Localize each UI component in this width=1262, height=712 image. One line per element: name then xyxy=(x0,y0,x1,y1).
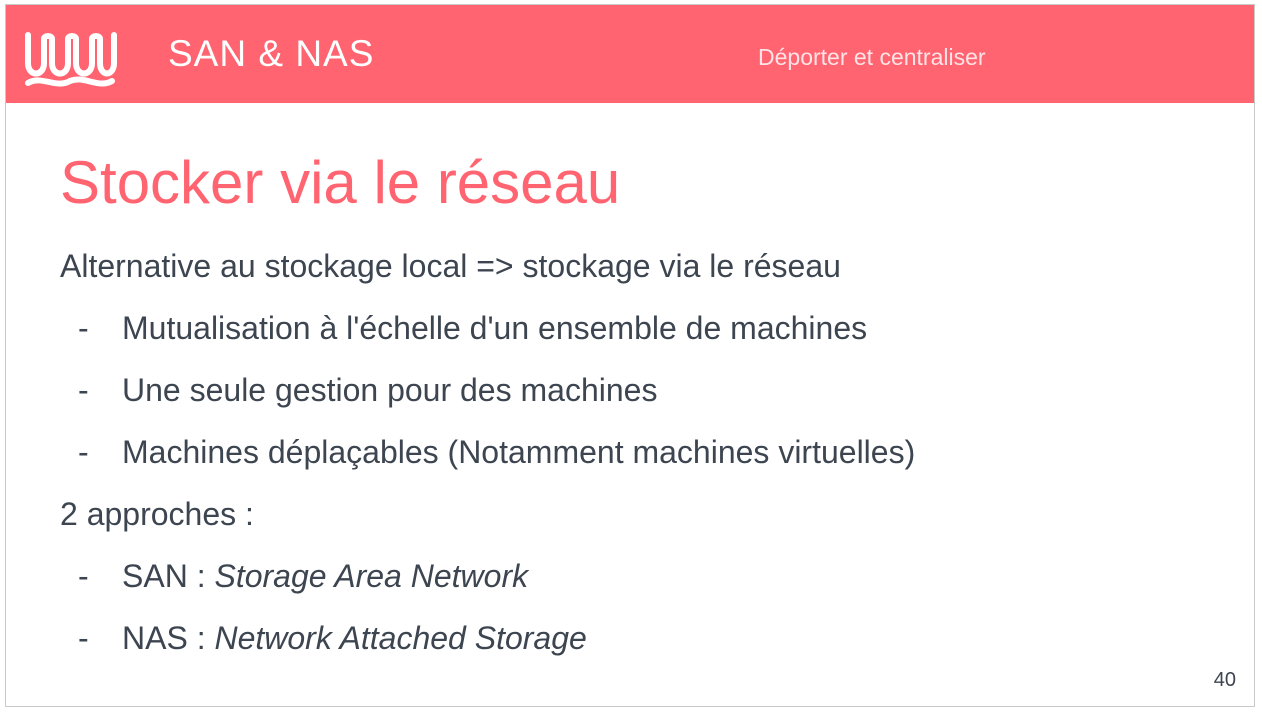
term-label: SAN : xyxy=(122,558,215,594)
bullet-dash: - xyxy=(78,372,89,408)
intro-text: Alternative au stockage local => stockag… xyxy=(60,248,841,284)
term-label: NAS : xyxy=(122,620,215,656)
term-definition: Network Attached Storage xyxy=(214,620,587,656)
bullet-dash: - xyxy=(78,620,89,656)
list-item: - Une seule gestion pour des machines xyxy=(60,369,1210,431)
term-definition: Storage Area Network xyxy=(214,558,529,594)
approaches-label: 2 approches : xyxy=(60,496,254,532)
slide-header: SAN & NAS Déporter et centraliser xyxy=(6,5,1254,103)
bullet-text: NAS : Network Attached Storage xyxy=(122,617,587,659)
page-number: 40 xyxy=(1213,669,1236,691)
slide-body: Alternative au stockage local => stockag… xyxy=(60,245,1210,679)
section-title: SAN & NAS xyxy=(168,33,375,74)
bullet-dash: - xyxy=(78,434,89,470)
bullet-text: Une seule gestion pour des machines xyxy=(122,372,658,408)
list-item: - NAS : Network Attached Storage xyxy=(60,617,1210,679)
list-item: - Machines déplaçables (Notamment machin… xyxy=(60,431,1210,493)
slide: SAN & NAS Déporter et centraliser Stocke… xyxy=(5,4,1255,707)
bullet-text: SAN : Storage Area Network xyxy=(122,555,528,597)
section-subtitle: Déporter et centraliser xyxy=(758,44,986,70)
list-item: - SAN : Storage Area Network xyxy=(60,555,1210,617)
bullet-text: Mutualisation à l'échelle d'un ensemble … xyxy=(122,310,868,346)
list-item: - Mutualisation à l'échelle d'un ensembl… xyxy=(60,307,1210,369)
wave-logo-icon xyxy=(25,32,117,87)
bullet-dash: - xyxy=(78,558,89,594)
bullet-text: Machines déplaçables (Notamment machines… xyxy=(122,434,916,470)
bullet-dash: - xyxy=(78,310,89,346)
slide-title: Stocker via le réseau xyxy=(60,149,621,216)
